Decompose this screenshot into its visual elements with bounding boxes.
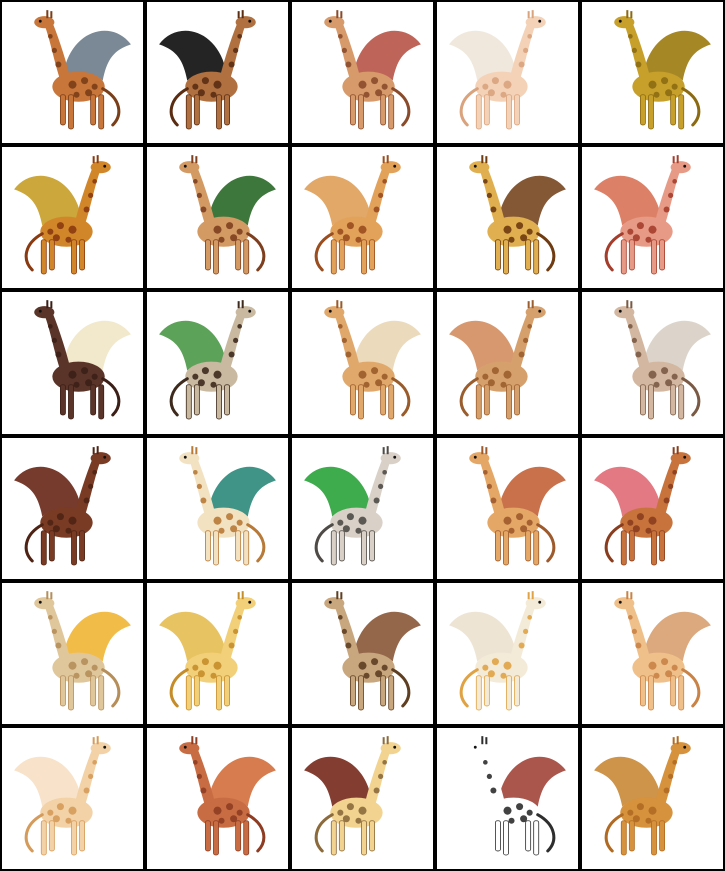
grid-tile	[582, 2, 723, 144]
grid-tile	[437, 437, 578, 579]
giraffe-dragon-illustration	[469, 155, 566, 275]
giraffe-dragon-illustration	[14, 155, 111, 275]
grid-tile	[2, 147, 143, 289]
grid-tile	[582, 147, 723, 289]
grid-tile	[147, 582, 288, 724]
grid-tile	[147, 292, 288, 434]
giraffe-dragon-illustration	[614, 10, 711, 130]
giraffe-dragon-illustration	[304, 445, 401, 565]
giraffe-dragon-illustration	[449, 300, 546, 420]
grid-tile	[582, 292, 723, 434]
giraffe-dragon-illustration	[614, 300, 711, 420]
giraffe-dragon-illustration	[34, 590, 131, 711]
grid-tile	[437, 582, 578, 724]
grid-tile	[292, 147, 433, 289]
giraffe-dragon-illustration	[449, 590, 546, 711]
grid-tile	[2, 437, 143, 579]
grid-tile	[2, 727, 143, 869]
giraffe-dragon-illustration	[449, 10, 546, 130]
giraffe-dragon-illustration	[324, 590, 421, 711]
grid-tile	[292, 582, 433, 724]
giraffe-dragon-illustration	[14, 445, 111, 565]
grid-tile	[292, 727, 433, 869]
giraffe-dragon-illustration	[159, 10, 256, 130]
giraffe-dragon-illustration	[34, 10, 131, 130]
giraffe-dragon-illustration	[159, 590, 256, 711]
giraffe-dragon-illustration	[594, 445, 691, 565]
giraffe-dragon-illustration	[594, 735, 691, 856]
grid-tile	[437, 2, 578, 144]
giraffe-dragon-illustration	[304, 155, 401, 275]
grid-tile	[582, 437, 723, 579]
giraffe-dragon-illustration	[34, 300, 131, 420]
giraffe-dragon-illustration	[14, 735, 111, 856]
grid-tile	[147, 437, 288, 579]
grid-tile	[2, 582, 143, 724]
grid-tile	[2, 292, 143, 434]
giraffe-dragon-illustration	[614, 590, 711, 711]
grid-tile	[147, 2, 288, 144]
grid-tile	[147, 727, 288, 869]
giraffe-dragon-illustration	[179, 445, 276, 565]
grid-tile	[437, 292, 578, 434]
giraffe-dragon-illustration	[469, 735, 566, 856]
giraffe-dragon-illustration	[159, 300, 256, 420]
giraffe-dragon-illustration	[179, 735, 276, 856]
grid-tile	[437, 727, 578, 869]
giraffe-dragon-illustration	[469, 445, 566, 565]
grid-tile	[2, 2, 143, 144]
grid-tile	[437, 147, 578, 289]
giraffe-dragon-illustration	[179, 155, 276, 275]
grid-tile	[147, 147, 288, 289]
giraffe-dragon-illustration	[304, 735, 401, 856]
giraffe-dragon-illustration	[594, 155, 691, 275]
grid-tile	[292, 2, 433, 144]
image-grid	[0, 0, 725, 871]
giraffe-dragon-illustration	[324, 10, 421, 130]
grid-tile	[582, 582, 723, 724]
giraffe-dragon-illustration	[324, 300, 421, 420]
grid-tile	[292, 437, 433, 579]
grid-tile	[292, 292, 433, 434]
grid-tile	[582, 727, 723, 869]
